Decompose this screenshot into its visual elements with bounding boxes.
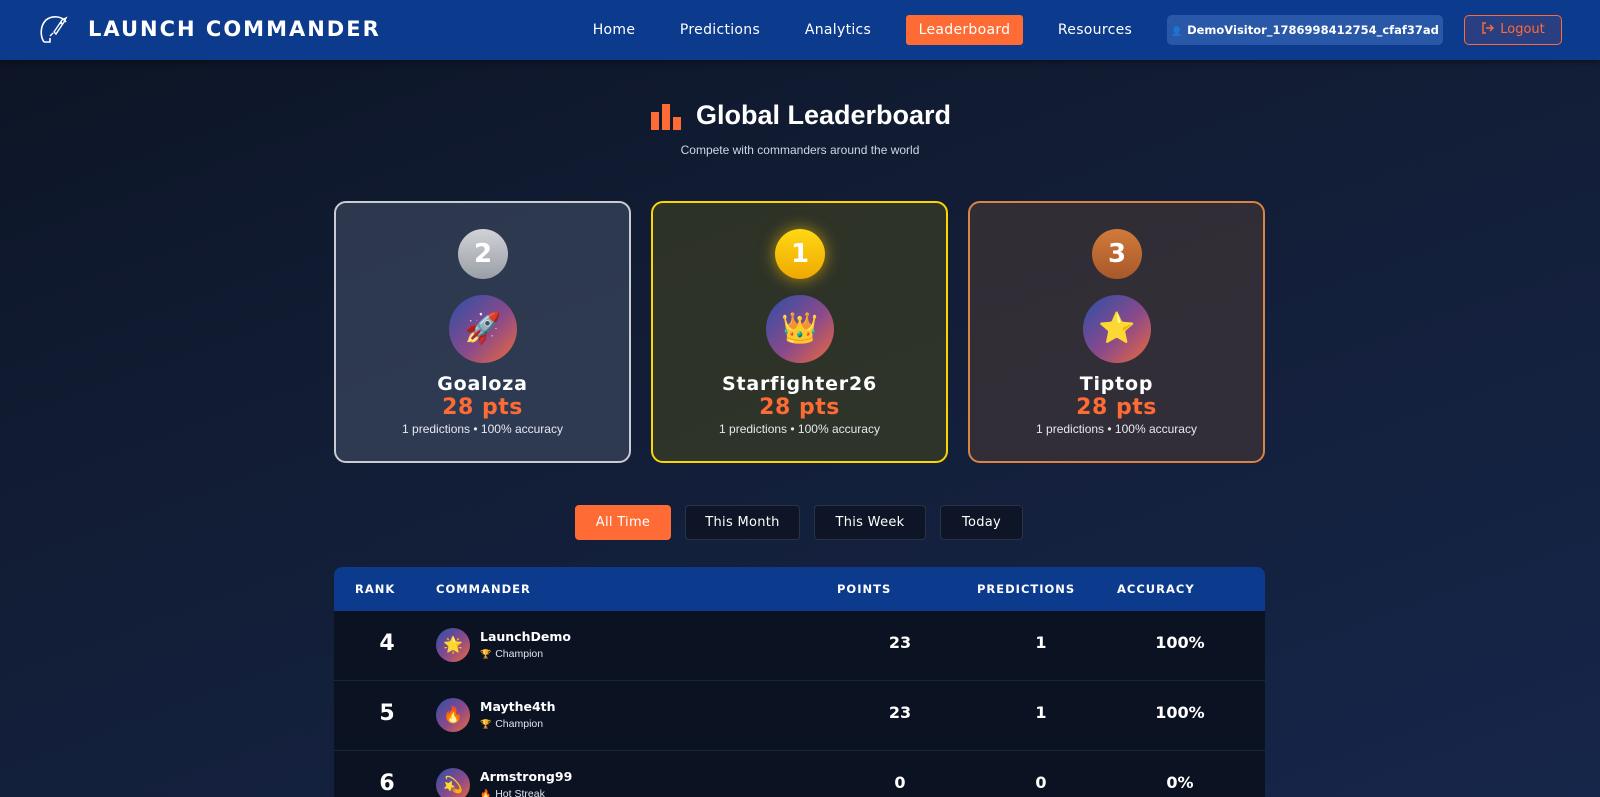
row-points: 23 <box>888 703 912 722</box>
logout-button[interactable]: Logout <box>1464 15 1562 45</box>
dizzy-star-avatar-icon: 💫 <box>436 768 470 797</box>
fire-icon: 🔥 <box>480 789 492 797</box>
row-name: Armstrong99 <box>480 769 573 784</box>
row-title: 🏆 Champion <box>480 718 543 730</box>
nav-resources[interactable]: Resources <box>1051 15 1139 45</box>
commander-name: Starfighter26 <box>721 373 878 395</box>
rank-badge: 3 <box>1092 229 1142 279</box>
crown-avatar-icon: 👑 <box>766 295 834 363</box>
podium-card-first[interactable]: 1 👑 Starfighter26 28 pts 1 predictions •… <box>651 201 948 463</box>
row-name: LaunchDemo <box>480 629 571 644</box>
row-rank: 4 <box>379 631 395 656</box>
rocket-avatar-icon: 🚀 <box>449 295 517 363</box>
commander-stats: 1 predictions • 100% accuracy <box>1036 422 1197 436</box>
rank-badge: 1 <box>775 229 825 279</box>
row-predictions: 1 <box>1035 633 1047 652</box>
trophy-icon: 🏆 <box>480 719 492 729</box>
col-points[interactable]: POINTS <box>837 582 891 596</box>
row-rank: 6 <box>379 771 395 796</box>
row-title: 🏆 Champion <box>480 648 543 660</box>
commander-stats: 1 predictions • 100% accuracy <box>719 422 880 436</box>
nav-analytics[interactable]: Analytics <box>796 15 880 45</box>
leaderboard-table: RANK COMMANDER POINTS PREDICTIONS ACCURA… <box>334 567 1265 797</box>
col-commander[interactable]: COMMANDER <box>436 582 531 596</box>
logout-label: Logout <box>1500 22 1545 37</box>
filter-today[interactable]: Today <box>940 505 1023 540</box>
row-title-text: Champion <box>495 718 544 730</box>
nav-predictions[interactable]: Predictions <box>672 15 768 45</box>
row-title-text: Hot Streak <box>495 788 545 797</box>
row-accuracy: 100% <box>1155 633 1205 652</box>
rocket-head-logo-icon[interactable] <box>36 12 72 48</box>
username: DemoVisitor_1786998412754_cfaf37ad <box>1187 23 1439 37</box>
user-chip[interactable]: 👤 DemoVisitor_1786998412754_cfaf37ad <box>1167 15 1443 45</box>
star-avatar-icon: ⭐ <box>1083 295 1151 363</box>
user-icon: 👤 <box>1171 27 1183 37</box>
row-accuracy: 0% <box>1166 773 1194 792</box>
table-row[interactable]: 4 🌟 LaunchDemo 🏆 Champion 23 1 100% <box>334 611 1265 681</box>
filter-this-week[interactable]: This Week <box>814 505 926 540</box>
trophy-icon: 🏆 <box>480 649 492 659</box>
row-rank: 5 <box>379 701 395 726</box>
filter-all-time[interactable]: All Time <box>575 505 671 540</box>
table-header: RANK COMMANDER POINTS PREDICTIONS ACCURA… <box>334 567 1265 611</box>
col-predictions[interactable]: PREDICTIONS <box>977 582 1075 596</box>
top-nav: LAUNCH COMMANDER Home Predictions Analyt… <box>0 0 1600 60</box>
brand-name[interactable]: LAUNCH COMMANDER <box>88 17 381 41</box>
nav-leaderboard[interactable]: Leaderboard <box>906 15 1023 45</box>
table-row[interactable]: 6 💫 Armstrong99 🔥 Hot Streak 0 0 0% <box>334 751 1265 797</box>
nav-home[interactable]: Home <box>584 15 644 45</box>
rank-badge: 2 <box>458 229 508 279</box>
commander-points: 28 pts <box>442 395 523 420</box>
commander-stats: 1 predictions • 100% accuracy <box>402 422 563 436</box>
row-title-text: Champion <box>495 648 544 660</box>
row-points: 23 <box>888 633 912 652</box>
commander-name: Tiptop <box>1079 373 1154 395</box>
page-subtitle: Compete with commanders around the world <box>680 143 920 157</box>
row-predictions: 1 <box>1035 703 1047 722</box>
fire-avatar-icon: 🔥 <box>436 698 470 732</box>
bar-chart-icon <box>651 104 681 130</box>
commander-points: 28 pts <box>1076 395 1157 420</box>
commander-points: 28 pts <box>759 395 840 420</box>
commander-name: Goaloza <box>437 373 528 395</box>
logout-icon <box>1482 22 1495 34</box>
table-row[interactable]: 5 🔥 Maythe4th 🏆 Champion 23 1 100% <box>334 681 1265 751</box>
row-points: 0 <box>894 773 906 792</box>
col-rank[interactable]: RANK <box>355 582 395 596</box>
row-accuracy: 100% <box>1155 703 1205 722</box>
row-predictions: 0 <box>1035 773 1047 792</box>
podium-card-third[interactable]: 3 ⭐ Tiptop 28 pts 1 predictions • 100% a… <box>968 201 1265 463</box>
sun-avatar-icon: 🌟 <box>436 628 470 662</box>
row-name: Maythe4th <box>480 699 556 714</box>
col-accuracy[interactable]: ACCURACY <box>1117 582 1195 596</box>
page-title: Global Leaderboard <box>696 100 952 130</box>
row-title: 🔥 Hot Streak <box>480 788 545 797</box>
filter-this-month[interactable]: This Month <box>685 505 800 540</box>
podium-card-second[interactable]: 2 🚀 Goaloza 28 pts 1 predictions • 100% … <box>334 201 631 463</box>
